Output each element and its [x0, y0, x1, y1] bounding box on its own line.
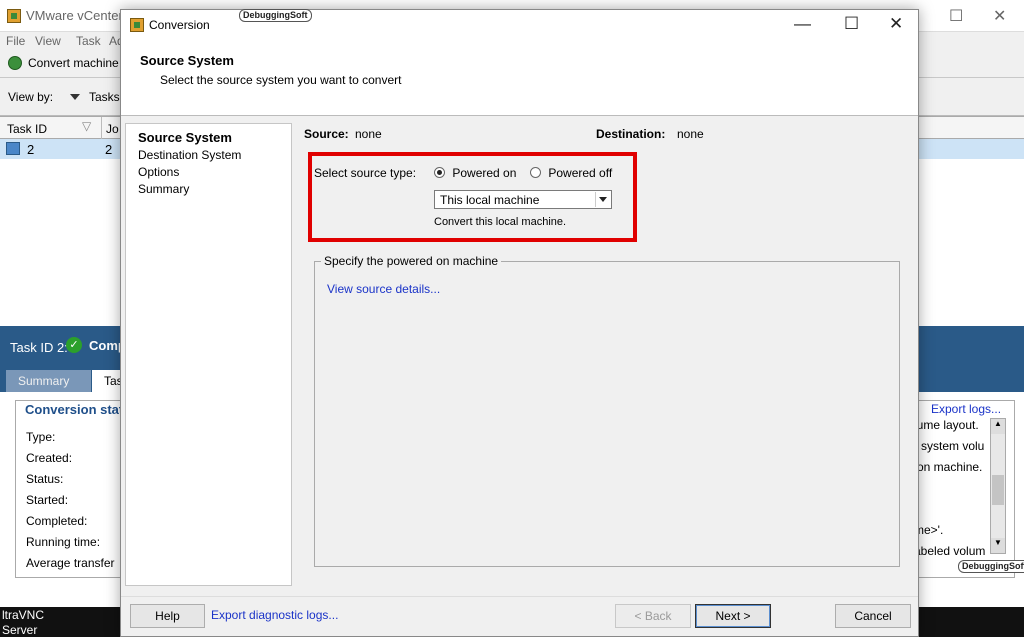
wizard-nav: Source System Destination System Options… [125, 123, 292, 586]
radio-powered-off-label: Powered off [548, 166, 613, 180]
field-created: Created: [26, 451, 73, 465]
source-machine-select[interactable]: This local machine [434, 190, 612, 209]
taskbar-item-sub: Server [2, 623, 38, 637]
dialog-title: Conversion [149, 18, 210, 32]
log-line: system volu [921, 439, 985, 453]
view-by-dropdown-icon[interactable] [70, 94, 80, 100]
bg-maximize-icon[interactable]: ☐ [949, 6, 963, 26]
maximize-icon[interactable]: ☐ [844, 14, 859, 34]
destination-value: none [677, 127, 704, 141]
source-label: Source: [304, 127, 349, 141]
conversion-dialog: Conversion DebuggingSoft — ☐ ✕ Source Sy… [120, 9, 919, 637]
field-type: Type: [26, 430, 56, 444]
nav-item-destination-system[interactable]: Destination System [138, 148, 241, 162]
vcenter-logo-icon [7, 9, 21, 23]
column-divider [101, 117, 102, 139]
log-text-area: lume layout. system volu on machine. me>… [919, 416, 989, 556]
tab-summary[interactable]: Summary [6, 370, 91, 392]
chevron-down-icon[interactable] [595, 192, 610, 207]
col-task-id[interactable]: Task ID [7, 122, 47, 136]
wizard-footer: Help Export diagnostic logs... < Back Ne… [121, 596, 918, 636]
nav-item-summary[interactable]: Summary [138, 182, 189, 196]
watermark-logo: DebuggingSoft [239, 9, 312, 22]
field-average-transfer: Average transfer [26, 556, 115, 570]
field-completed: Completed: [26, 514, 88, 528]
help-button[interactable]: Help [130, 604, 205, 628]
field-started: Started: [26, 493, 69, 507]
converter-app-icon [130, 18, 144, 32]
nav-item-source-system[interactable]: Source System [138, 130, 232, 145]
destination-label: Destination: [596, 127, 666, 141]
conversion-status-title: Conversion stat [25, 402, 124, 417]
radio-checked-icon[interactable] [434, 167, 445, 178]
bg-window-title: VMware vCenter [26, 8, 123, 23]
minimize-icon[interactable]: — [794, 14, 811, 34]
task-status-icon [6, 142, 20, 155]
group-title: Specify the powered on machine [321, 254, 502, 268]
radio-powered-off[interactable]: Powered off [530, 166, 612, 180]
row-task-id: 2 [27, 142, 35, 157]
dialog-titlebar[interactable]: Conversion DebuggingSoft — ☐ ✕ [121, 9, 918, 40]
export-logs-link[interactable]: Export logs... [931, 402, 1001, 416]
log-line: abeled volum [919, 544, 986, 556]
scroll-thumb[interactable] [992, 475, 1004, 505]
view-by-value[interactable]: Tasks [89, 90, 120, 104]
watermark-logo: DebuggingSoft [958, 560, 1024, 573]
nav-item-options[interactable]: Options [138, 165, 179, 179]
source-machine-select-value: This local machine [440, 193, 540, 207]
radio-powered-on[interactable]: Powered on [434, 166, 516, 180]
back-button[interactable]: < Back [615, 604, 691, 628]
next-button[interactable]: Next > [695, 604, 771, 628]
view-by-label: View by: [8, 90, 54, 104]
sort-icon[interactable]: ▽ [82, 119, 91, 133]
row-job-id: 2 [105, 142, 113, 157]
task-detail-title: Task ID 2: [10, 340, 68, 355]
log-scrollbar[interactable]: ▲ ▼ [990, 418, 1006, 554]
col-job[interactable]: Jo [106, 122, 119, 136]
completed-check-icon: ✓ [66, 337, 82, 353]
field-running-time: Running time: [26, 535, 101, 549]
radio-powered-on-label: Powered on [452, 166, 517, 180]
log-line: me>'. [919, 523, 944, 537]
export-diagnostic-logs-link[interactable]: Export diagnostic logs... [211, 608, 338, 622]
field-status: Status: [26, 472, 64, 486]
wizard-step-subtitle: Select the source system you want to con… [160, 73, 402, 87]
scroll-down-icon[interactable]: ▼ [991, 538, 1005, 553]
scroll-up-icon[interactable]: ▲ [991, 419, 1005, 434]
bg-menu-file[interactable]: File [6, 34, 25, 48]
log-line: lume layout. [919, 418, 979, 432]
log-line: on machine. [919, 460, 983, 474]
convert-machine-icon [8, 56, 22, 70]
convert-machine-button[interactable]: Convert machine [28, 56, 119, 70]
bg-close-icon[interactable]: ✕ [993, 6, 1006, 26]
powered-on-machine-group: Specify the powered on machine View sour… [314, 254, 900, 567]
source-type-label: Select source type: [314, 166, 417, 180]
wizard-header: Source System Select the source system y… [121, 40, 918, 116]
view-source-details-link[interactable]: View source details... [327, 282, 440, 296]
radio-unchecked-icon[interactable] [530, 167, 541, 178]
taskbar-item[interactable]: ltraVNC [2, 608, 44, 622]
bg-menu-view[interactable]: View [35, 34, 61, 48]
cancel-button[interactable]: Cancel [835, 604, 911, 628]
source-value: none [355, 127, 382, 141]
bg-menu-task[interactable]: Task [76, 34, 101, 48]
wizard-step-title: Source System [140, 53, 234, 68]
close-icon[interactable]: ✕ [889, 14, 903, 34]
select-hint: Convert this local machine. [434, 216, 567, 228]
